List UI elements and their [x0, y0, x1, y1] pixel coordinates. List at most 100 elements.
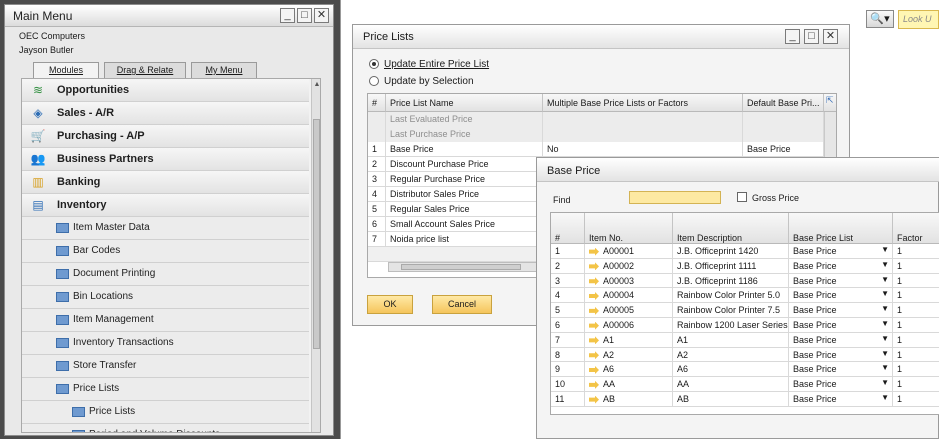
module-item-banking[interactable]: ▥ Banking	[22, 171, 309, 194]
chevron-down-icon[interactable]: ▼	[881, 393, 889, 402]
lookup-field[interactable]: Look U	[898, 10, 939, 29]
link-arrow-icon[interactable]	[589, 306, 599, 315]
chevron-down-icon[interactable]: ▼	[881, 304, 889, 313]
cell-list[interactable]: Base Price ▼	[789, 303, 893, 318]
table-row[interactable]: 10 AA AA Base Price ▼ 1	[551, 377, 939, 392]
scroll-thumb[interactable]	[313, 119, 320, 349]
link-arrow-icon[interactable]	[589, 321, 599, 330]
link-arrow-icon[interactable]	[589, 380, 599, 389]
chevron-down-icon[interactable]: ▼	[881, 275, 889, 284]
table-row[interactable]: 11 AB AB Base Price ▼ 1	[551, 392, 939, 407]
cell-item[interactable]: A1	[585, 332, 673, 347]
column-header-num[interactable]: #	[551, 213, 585, 244]
module-item-bar-codes[interactable]: Bar Codes	[22, 240, 309, 263]
module-item-item-management[interactable]: Item Management	[22, 309, 309, 332]
link-arrow-icon[interactable]	[589, 247, 599, 256]
cell-item[interactable]: A00001	[585, 244, 673, 258]
cell-list[interactable]: Base Price ▼	[789, 288, 893, 303]
table-row[interactable]: 7 A1 A1 Base Price ▼ 1	[551, 332, 939, 348]
gross-price-checkbox[interactable]	[737, 192, 747, 202]
tab-modules[interactable]: Modules	[33, 62, 99, 79]
link-arrow-icon[interactable]	[589, 277, 599, 286]
table-row[interactable]: 2 A00002 J.B. Officeprint 1111 Base Price ▼ 1	[551, 258, 939, 274]
find-input[interactable]	[629, 191, 721, 204]
cell-name[interactable]: Noida price list	[386, 232, 543, 247]
cell-name[interactable]: Base Price	[386, 142, 543, 157]
hscroll-thumb[interactable]	[401, 264, 521, 270]
cancel-button[interactable]: Cancel	[432, 295, 492, 314]
chevron-down-icon[interactable]: ▼	[881, 363, 889, 372]
column-header-description[interactable]: Item Description	[673, 213, 789, 244]
cell-item[interactable]: AA	[585, 377, 673, 392]
table-row[interactable]: 9 A6 A6 Base Price ▼ 1	[551, 362, 939, 378]
tab-drag-relate[interactable]: Drag & Relate	[104, 62, 186, 78]
module-item-price-lists[interactable]: Price Lists	[22, 401, 309, 424]
cell-name[interactable]: Last Purchase Price	[386, 127, 543, 142]
close-icon[interactable]: ✕	[823, 29, 838, 44]
module-item-business-partners[interactable]: 👥 Business Partners	[22, 148, 309, 171]
table-row[interactable]: Last Purchase Price	[368, 127, 824, 142]
close-icon[interactable]: ✕	[314, 8, 329, 23]
base-price-titlebar[interactable]: Base Price	[537, 158, 939, 182]
cell-list[interactable]: Base Price ▼	[789, 362, 893, 377]
cell-item[interactable]: A2	[585, 347, 673, 362]
cell-list[interactable]: Base Price ▼	[789, 258, 893, 273]
cell-list[interactable]: Base Price ▼	[789, 244, 893, 258]
link-arrow-icon[interactable]	[589, 262, 599, 271]
module-item-inventory[interactable]: ▤ Inventory	[22, 194, 309, 217]
cell-item[interactable]: A00006	[585, 318, 673, 332]
chevron-down-icon[interactable]: ▼	[881, 334, 889, 343]
cell-list[interactable]: Base Price ▼	[789, 377, 893, 392]
update-selection-radio[interactable]	[369, 76, 379, 86]
link-arrow-icon[interactable]	[589, 366, 599, 375]
cell-name[interactable]: Distributor Sales Price	[386, 187, 543, 202]
cell-list[interactable]: Base Price ▼	[789, 318, 893, 332]
column-header-default[interactable]: Default Base Pri...	[743, 94, 824, 112]
column-header-factor[interactable]: Factor	[893, 213, 939, 244]
update-entire-radio[interactable]	[369, 59, 379, 69]
cell-item[interactable]: AB	[585, 392, 673, 406]
table-row[interactable]: 4 A00004 Rainbow Color Printer 5.0 Base Pri…	[551, 288, 939, 304]
chevron-down-icon[interactable]: ▼	[881, 289, 889, 298]
table-row[interactable]: 1 Base Price No Base Price	[368, 142, 824, 157]
module-item-sales-a-r[interactable]: ◈ Sales - A/R	[22, 102, 309, 125]
cell-item[interactable]: A00003	[585, 273, 673, 288]
cell-name[interactable]: Regular Sales Price	[386, 202, 543, 217]
link-arrow-icon[interactable]	[589, 292, 599, 301]
link-arrow-icon[interactable]	[589, 351, 599, 360]
minimize-icon[interactable]: _	[280, 8, 295, 23]
modules-scrollbar[interactable]: ▲	[311, 79, 320, 432]
table-row[interactable]: 1 A00001 J.B. Officeprint 1420 Base Price ▼ 1	[551, 244, 939, 259]
ok-button[interactable]: OK	[367, 295, 413, 314]
expand-icon[interactable]: ⇱	[824, 94, 836, 112]
module-item-price-lists[interactable]: Price Lists	[22, 378, 309, 401]
cell-list[interactable]: Base Price ▼	[789, 392, 893, 406]
tab-my-menu[interactable]: My Menu	[191, 62, 257, 78]
column-header-multiple[interactable]: Multiple Base Price Lists or Factors	[543, 94, 743, 112]
cell-name[interactable]: Last Evaluated Price	[386, 112, 543, 127]
cell-item[interactable]: A00002	[585, 258, 673, 273]
table-row[interactable]: 8 A2 A2 Base Price ▼ 1	[551, 347, 939, 363]
cell-list[interactable]: Base Price ▼	[789, 347, 893, 362]
main-menu-titlebar[interactable]: Main Menu _ □ ✕	[5, 5, 333, 27]
cell-item[interactable]: A00004	[585, 288, 673, 303]
cell-name[interactable]: Discount Purchase Price	[386, 157, 543, 172]
module-item-purchasing-a-p[interactable]: 🛒 Purchasing - A/P	[22, 125, 309, 148]
module-item-opportunities[interactable]: ≋ Opportunities	[22, 79, 309, 102]
link-arrow-icon[interactable]	[589, 395, 599, 404]
price-lists-titlebar[interactable]: Price Lists _ □ ✕	[353, 25, 849, 49]
cell-item[interactable]: A6	[585, 362, 673, 377]
module-item-document-printing[interactable]: Document Printing	[22, 263, 309, 286]
search-icon[interactable]: 🔍▾	[866, 10, 894, 28]
table-row[interactable]: 3 A00003 J.B. Officeprint 1186 Base Price ▼ 1	[551, 273, 939, 289]
table-row[interactable]: 5 A00005 Rainbow Color Printer 7.5 Base Pri…	[551, 303, 939, 318]
link-arrow-icon[interactable]	[589, 336, 599, 345]
module-item-inventory-transactions[interactable]: Inventory Transactions	[22, 332, 309, 355]
table-row[interactable]: Last Evaluated Price	[368, 112, 824, 127]
cell-name[interactable]: Small Account Sales Price	[386, 217, 543, 232]
price-lists-hscroll[interactable]	[388, 262, 538, 272]
column-header-num[interactable]: #	[368, 94, 386, 112]
cell-list[interactable]: Base Price ▼	[789, 273, 893, 288]
cell-item[interactable]: A00005	[585, 303, 673, 318]
maximize-icon[interactable]: □	[804, 29, 819, 44]
